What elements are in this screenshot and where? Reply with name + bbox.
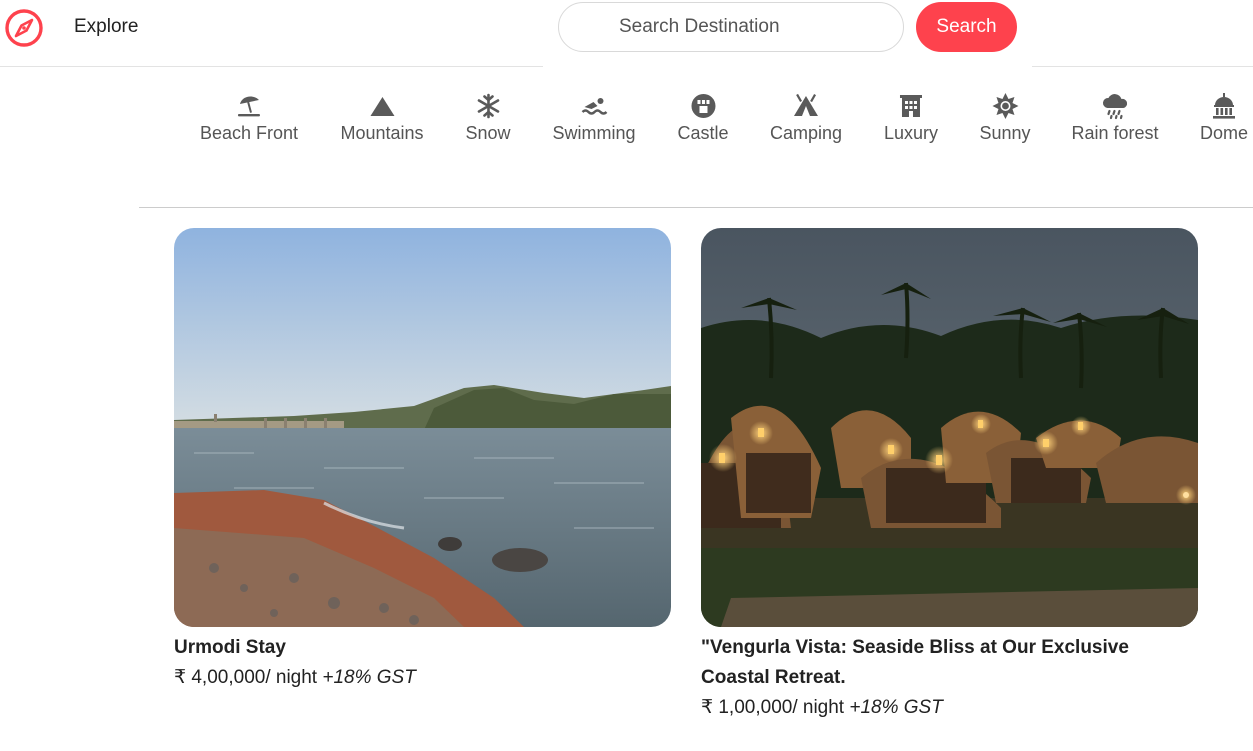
filter-dome[interactable]: Dome	[1200, 92, 1248, 144]
filter-label: Mountains	[340, 123, 424, 143]
explore-link[interactable]: Explore	[74, 16, 138, 38]
sun-icon	[979, 92, 1030, 119]
filter-label: Sunny	[979, 123, 1031, 143]
compass-icon[interactable]	[4, 8, 44, 48]
filter-label: Luxury	[883, 123, 939, 143]
listing-title: Urmodi Stay	[174, 637, 286, 658]
filter-label: Castle	[677, 123, 729, 143]
filter-sunny[interactable]: Sunny	[979, 92, 1031, 144]
filter-label: Swimming	[552, 123, 636, 143]
filter-rain-forest[interactable]: Rain forest	[1071, 92, 1159, 144]
listing-price: ₹ 1,00,000/ night +18% GST	[701, 693, 1198, 723]
filter-label: Beach Front	[199, 123, 299, 143]
filter-camping[interactable]: Camping	[770, 92, 842, 144]
divider	[139, 207, 1253, 208]
search-button[interactable]: Search	[916, 2, 1017, 52]
filter-beach-front[interactable]: Beach Front	[200, 92, 298, 144]
filter-snow[interactable]: Snow	[465, 92, 511, 144]
filter-mountains[interactable]: Mountains	[340, 92, 424, 144]
landmark-dome-icon	[1200, 92, 1248, 119]
filter-label: Camping	[769, 123, 843, 143]
listing-tax: +18% GST	[849, 697, 943, 718]
filter-luxury[interactable]: Luxury	[884, 92, 938, 144]
listing-price: ₹ 4,00,000/ night +18% GST	[174, 663, 671, 693]
cloud-rain-icon	[1071, 92, 1158, 120]
listing-card[interactable]: Urmodi Stay ₹ 4,00,000/ night +18% GST	[174, 228, 671, 693]
snowflake-icon	[465, 92, 510, 119]
filter-label: Rain forest	[1071, 123, 1159, 143]
filter-castle[interactable]: Castle	[677, 92, 729, 144]
umbrella-beach-icon	[200, 92, 298, 118]
filter-label: Dome	[1199, 123, 1249, 143]
listing-image-lake[interactable]	[174, 228, 671, 627]
listing-image-huts[interactable]	[701, 228, 1198, 627]
filter-swimming[interactable]: Swimming	[552, 92, 636, 144]
mountain-icon	[340, 92, 423, 118]
listing-price-amount: ₹ 1,00,000/ night	[701, 697, 850, 718]
tent-icon	[770, 92, 842, 118]
filter-label: Snow	[465, 123, 511, 143]
search-input[interactable]	[558, 2, 904, 52]
listing-card[interactable]: "Vengurla Vista: Seaside Bliss at Our Ex…	[701, 228, 1198, 723]
chess-rook-icon	[677, 92, 728, 118]
listing-tax: +18% GST	[322, 667, 416, 688]
listing-price-amount: ₹ 4,00,000/ night	[174, 667, 323, 688]
person-swimming-icon	[552, 92, 635, 118]
listing-title: "Vengurla Vista: Seaside Bliss at Our Ex…	[701, 637, 1129, 688]
hotel-icon	[884, 92, 938, 118]
category-filters: Beach Front Mountains Snow Swimming Cast…	[0, 92, 1253, 162]
